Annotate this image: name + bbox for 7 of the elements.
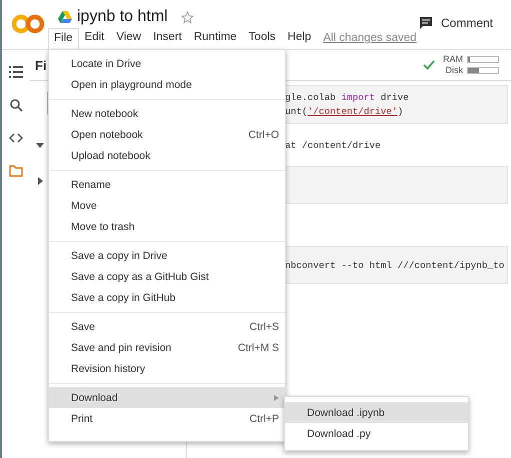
panel-title: Fi — [35, 58, 47, 72]
output-line: at /content/drive — [285, 140, 382, 150]
code-line: gle.colab import drive — [285, 92, 410, 103]
code-line: nbconvert --to html ///content/ipynb_to — [285, 260, 506, 270]
code-line: unt('/content/drive') — [285, 106, 404, 117]
meter-label: RAM — [443, 54, 463, 65]
meter-label: Disk — [444, 65, 463, 76]
